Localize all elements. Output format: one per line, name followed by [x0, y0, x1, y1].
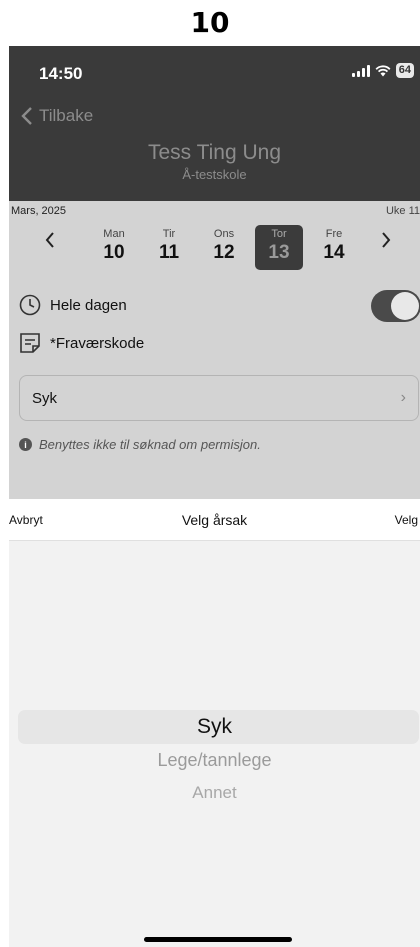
- day-name: Ons: [213, 228, 235, 240]
- absence-code-label: *Fraværskode: [50, 334, 145, 352]
- clock-icon: [19, 294, 41, 316]
- picker-option[interactable]: Lege/tannlege: [9, 750, 420, 771]
- next-week-button[interactable]: [381, 231, 391, 254]
- phone-screen: 14:50 64 Tilbake Tess Ting Ung Å-testsko…: [9, 46, 420, 947]
- day-name: Man: [103, 228, 125, 240]
- toggle-knob: [391, 292, 419, 320]
- all-day-label: Hele dagen: [50, 296, 127, 314]
- signal-icon: [351, 64, 370, 77]
- day-name: Tor: [271, 228, 287, 240]
- chevron-right-icon: [382, 232, 391, 248]
- status-icons: 64: [351, 63, 414, 78]
- frame-number-label: 10: [190, 6, 230, 39]
- day-name: Tir: [162, 228, 176, 240]
- day-number: 11: [158, 242, 180, 263]
- student-name: Tess Ting Ung: [147, 141, 282, 164]
- document-icon: [20, 333, 40, 353]
- select-button[interactable]: Velg: [395, 513, 418, 527]
- chevron-left-icon: [45, 232, 54, 248]
- reason-value: Syk: [32, 389, 58, 407]
- day-friday[interactable]: Fre 14: [314, 225, 354, 270]
- battery-icon: 64: [395, 63, 414, 78]
- chevron-left-icon: [21, 107, 32, 125]
- day-name: Fre: [325, 228, 343, 240]
- day-number: 12: [213, 242, 235, 263]
- back-label: Tilbake: [39, 106, 94, 125]
- day-number: 10: [103, 242, 125, 263]
- info-text: Benyttes ikke til søknad om permisjon.: [39, 437, 261, 452]
- prev-week-button[interactable]: [45, 231, 55, 254]
- absence-form-dimmed: Mars, 2025 Uke 11 Man 10 Tir 11 Ons 12 T…: [9, 201, 420, 499]
- chevron-right-icon: ›: [400, 389, 406, 406]
- picker-title: Velg årsak: [181, 512, 248, 528]
- reason-select[interactable]: Syk ›: [19, 375, 419, 421]
- info-icon: i: [19, 438, 32, 451]
- day-tuesday[interactable]: Tir 11: [149, 225, 189, 270]
- all-day-row: Hele dagen: [19, 294, 127, 316]
- day-number: 13: [268, 242, 290, 263]
- app-header: 14:50 64 Tilbake Tess Ting Ung Å-testsko…: [9, 46, 420, 201]
- day-number: 14: [323, 242, 345, 263]
- week-day-strip: Man 10 Tir 11 Ons 12 Tor 13 Fre 14: [94, 225, 354, 270]
- status-time: 14:50: [39, 64, 83, 83]
- absence-code-row: *Fraværskode: [19, 332, 144, 354]
- home-indicator: [144, 937, 292, 942]
- day-wednesday[interactable]: Ons 12: [204, 225, 244, 270]
- day-monday[interactable]: Man 10: [94, 225, 134, 270]
- school-name: Å-testskole: [182, 167, 247, 182]
- picker-toolbar: Avbryt Velg årsak Velg: [9, 499, 420, 541]
- reason-picker-sheet: Avbryt Velg årsak Velg Syk Lege/tannlege…: [9, 499, 420, 947]
- back-button[interactable]: Tilbake: [21, 106, 93, 126]
- info-note: i Benyttes ikke til søknad om permisjon.: [19, 437, 261, 452]
- day-thursday-selected[interactable]: Tor 13: [255, 225, 303, 270]
- week-label: Uke 11: [385, 205, 420, 217]
- wifi-icon: [375, 64, 391, 76]
- picker-option-selected[interactable]: Syk: [9, 715, 420, 739]
- picker-option[interactable]: Annet: [9, 783, 420, 803]
- month-label: Mars, 2025: [11, 205, 67, 217]
- all-day-toggle[interactable]: [371, 290, 420, 322]
